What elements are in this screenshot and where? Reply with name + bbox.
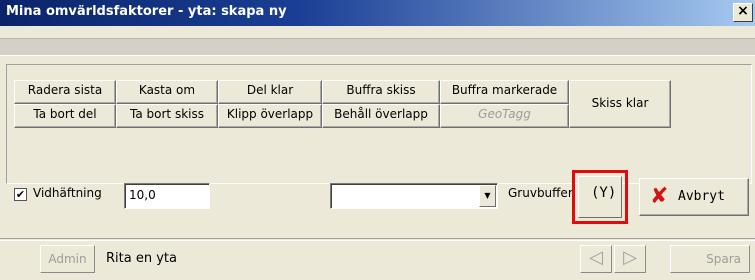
previous-button[interactable]: ◁ bbox=[580, 245, 612, 273]
menu-strip bbox=[0, 26, 755, 38]
vidhaftning-checkbox[interactable]: ✔ bbox=[14, 188, 27, 201]
behall-overlapp-button[interactable]: Behåll överlapp bbox=[322, 104, 440, 128]
buffra-markerade-button[interactable]: Buffra markerade bbox=[440, 80, 569, 104]
admin-button[interactable]: Admin bbox=[40, 245, 95, 273]
gruvbuffer-label: Gruvbuffer bbox=[508, 186, 573, 200]
toolbar-strip bbox=[0, 38, 755, 56]
cancel-icon: ✘ bbox=[650, 184, 669, 209]
window-title: Mina omvärldsfaktorer - yta: skapa ny bbox=[6, 4, 287, 19]
highlight-box bbox=[572, 170, 628, 224]
avbryt-button[interactable]: ✘ Avbryt bbox=[639, 178, 749, 216]
ta-bort-skiss-button[interactable]: Ta bort skiss bbox=[116, 104, 218, 128]
vidhaftning-input[interactable]: 10,0 bbox=[124, 183, 210, 209]
kasta-om-button[interactable]: Kasta om bbox=[116, 80, 218, 104]
ta-bort-del-button[interactable]: Ta bort del bbox=[14, 104, 116, 128]
arrow-right-icon: ▷ bbox=[623, 247, 637, 268]
title-bar: Mina omvärldsfaktorer - yta: skapa ny × bbox=[0, 0, 755, 26]
chevron-down-icon[interactable]: ▼ bbox=[479, 185, 496, 207]
buffra-skiss-button[interactable]: Buffra skiss bbox=[322, 80, 440, 104]
status-text: Rita en yta bbox=[106, 251, 177, 266]
skiss-klar-button[interactable]: Skiss klar bbox=[569, 80, 671, 128]
geotagg-button[interactable]: GeoTagg bbox=[440, 104, 569, 128]
klipp-overlapp-button[interactable]: Klipp överlapp bbox=[218, 104, 322, 128]
close-button[interactable]: × bbox=[733, 3, 753, 22]
spara-button[interactable]: Spara bbox=[670, 245, 750, 273]
layer-select[interactable]: ▼ bbox=[330, 183, 498, 209]
next-button[interactable]: ▷ bbox=[614, 245, 646, 273]
arrow-left-icon: ◁ bbox=[589, 247, 603, 268]
avbryt-label: Avbryt bbox=[678, 189, 725, 204]
vidhaftning-label: Vidhäftning bbox=[33, 186, 102, 200]
radera-sista-button[interactable]: Radera sista bbox=[14, 80, 116, 104]
del-klar-button[interactable]: Del klar bbox=[218, 80, 322, 104]
